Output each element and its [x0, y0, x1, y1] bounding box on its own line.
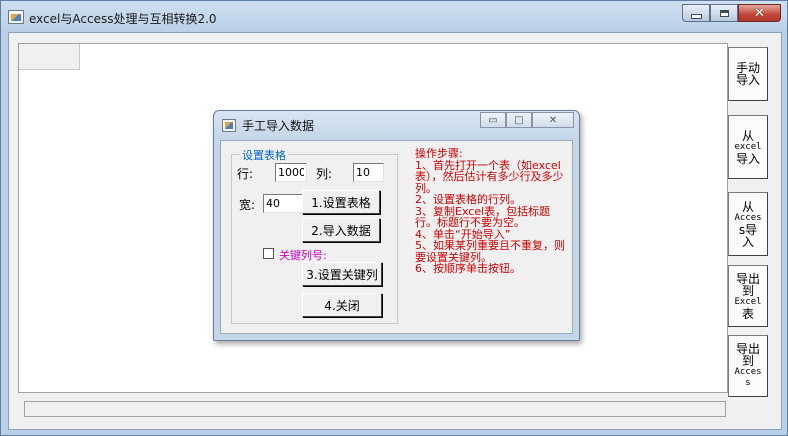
close-icon: ✕ — [754, 5, 765, 21]
manual-import-label: 手动导入 — [735, 61, 760, 87]
width-label: 宽: — [239, 198, 256, 212]
from-access-label-c: s导入 — [738, 222, 758, 249]
minimize-button[interactable] — [682, 4, 710, 22]
step-6: 6、按顺序单击按钮。 — [415, 262, 521, 275]
key-column-checkbox[interactable] — [263, 248, 274, 259]
from-access-label-a: 从 — [741, 199, 754, 214]
from-excel-label-a: 从 — [741, 128, 754, 143]
step-3: 3、复制Excel表，包括标题行。标题行不要为空。 — [415, 204, 551, 229]
export-excel-button[interactable]: 导出到 Excel 表 — [728, 265, 768, 327]
dialog-maximize-button[interactable]: □ — [506, 112, 532, 128]
instructions-panel: 操作步骤: 1、首先打开一个表（如excel表），然后估计有多少行及多少列。 2… — [415, 148, 567, 275]
steps-title: 操作步骤: — [415, 147, 463, 160]
dialog-title: 手工导入数据 — [242, 119, 315, 133]
close-dialog-button[interactable]: 4.关闭 — [302, 293, 382, 317]
manual-import-button[interactable]: 手动导入 — [728, 47, 768, 101]
table-settings-group: 设置表格 行: 列: 宽: 1.设置表格 2.导入数据 关键列号: 3.设置关键… — [231, 147, 398, 324]
set-table-button[interactable]: 1.设置表格 — [302, 190, 380, 214]
row-label: 行: — [237, 167, 254, 181]
maximize-icon — [719, 9, 729, 17]
step-1: 1、首先打开一个表（如excel表），然后估计有多少行及多少列。 — [415, 158, 564, 195]
export-excel-label-b: Excel — [734, 296, 762, 307]
caption-buttons: ✕ — [682, 4, 781, 22]
dialog-minimize-button[interactable]: ▭ — [480, 112, 506, 128]
close-button[interactable]: ✕ — [738, 4, 781, 22]
dialog-app-icon — [222, 119, 236, 132]
maximize-icon: □ — [514, 114, 524, 126]
app-icon — [8, 10, 24, 24]
export-access-button[interactable]: 导出到 Acces s — [728, 335, 768, 397]
window-title: excel与Access处理与互相转换2.0 — [29, 12, 217, 26]
col-width-input[interactable] — [263, 194, 303, 213]
close-icon: ✕ — [548, 114, 558, 126]
export-access-label-b: Acces — [734, 367, 762, 377]
dialog-caption-buttons: ▭ □ ✕ — [480, 112, 574, 128]
from-access-label-b: Acces — [734, 212, 762, 223]
manual-import-dialog: 手工导入数据 ▭ □ ✕ 设置表格 行: 列: 宽: 1.设置表格 2.导入数据… — [213, 110, 580, 341]
status-bar — [24, 401, 726, 417]
dialog-client: 设置表格 行: 列: 宽: 1.设置表格 2.导入数据 关键列号: 3.设置关键… — [220, 140, 573, 334]
from-excel-label-c: 导入 — [735, 151, 760, 166]
minimize-icon: ▭ — [488, 114, 498, 126]
export-excel-label-a: 导出到 — [735, 271, 760, 298]
export-access-label-a: 导出到 — [735, 342, 760, 368]
from-excel-label-b: excel — [734, 141, 762, 152]
step-2: 2、设置表格的行列。 — [415, 193, 521, 206]
step-5: 5、如果某列重要且不重复，则要设置关键列。 — [415, 239, 565, 264]
col-count-input[interactable] — [353, 163, 384, 182]
from-access-button[interactable]: 从 Acces s导入 — [728, 192, 768, 256]
export-excel-label-c: 表 — [741, 306, 754, 321]
row-count-input[interactable] — [275, 163, 307, 182]
grid-corner-cell[interactable] — [19, 44, 80, 70]
from-excel-button[interactable]: 从 excel 导入 — [728, 115, 768, 179]
key-column-label: 关键列号: — [279, 249, 327, 262]
export-access-label-c: s — [745, 378, 751, 388]
minimize-icon — [690, 13, 702, 19]
set-key-column-button[interactable]: 3.设置关键列 — [302, 262, 382, 286]
group-title: 设置表格 — [240, 147, 288, 163]
maximize-button[interactable] — [710, 4, 738, 22]
import-data-button[interactable]: 2.导入数据 — [302, 218, 380, 242]
dialog-close-button[interactable]: ✕ — [532, 112, 574, 128]
col-label: 列: — [316, 167, 333, 181]
